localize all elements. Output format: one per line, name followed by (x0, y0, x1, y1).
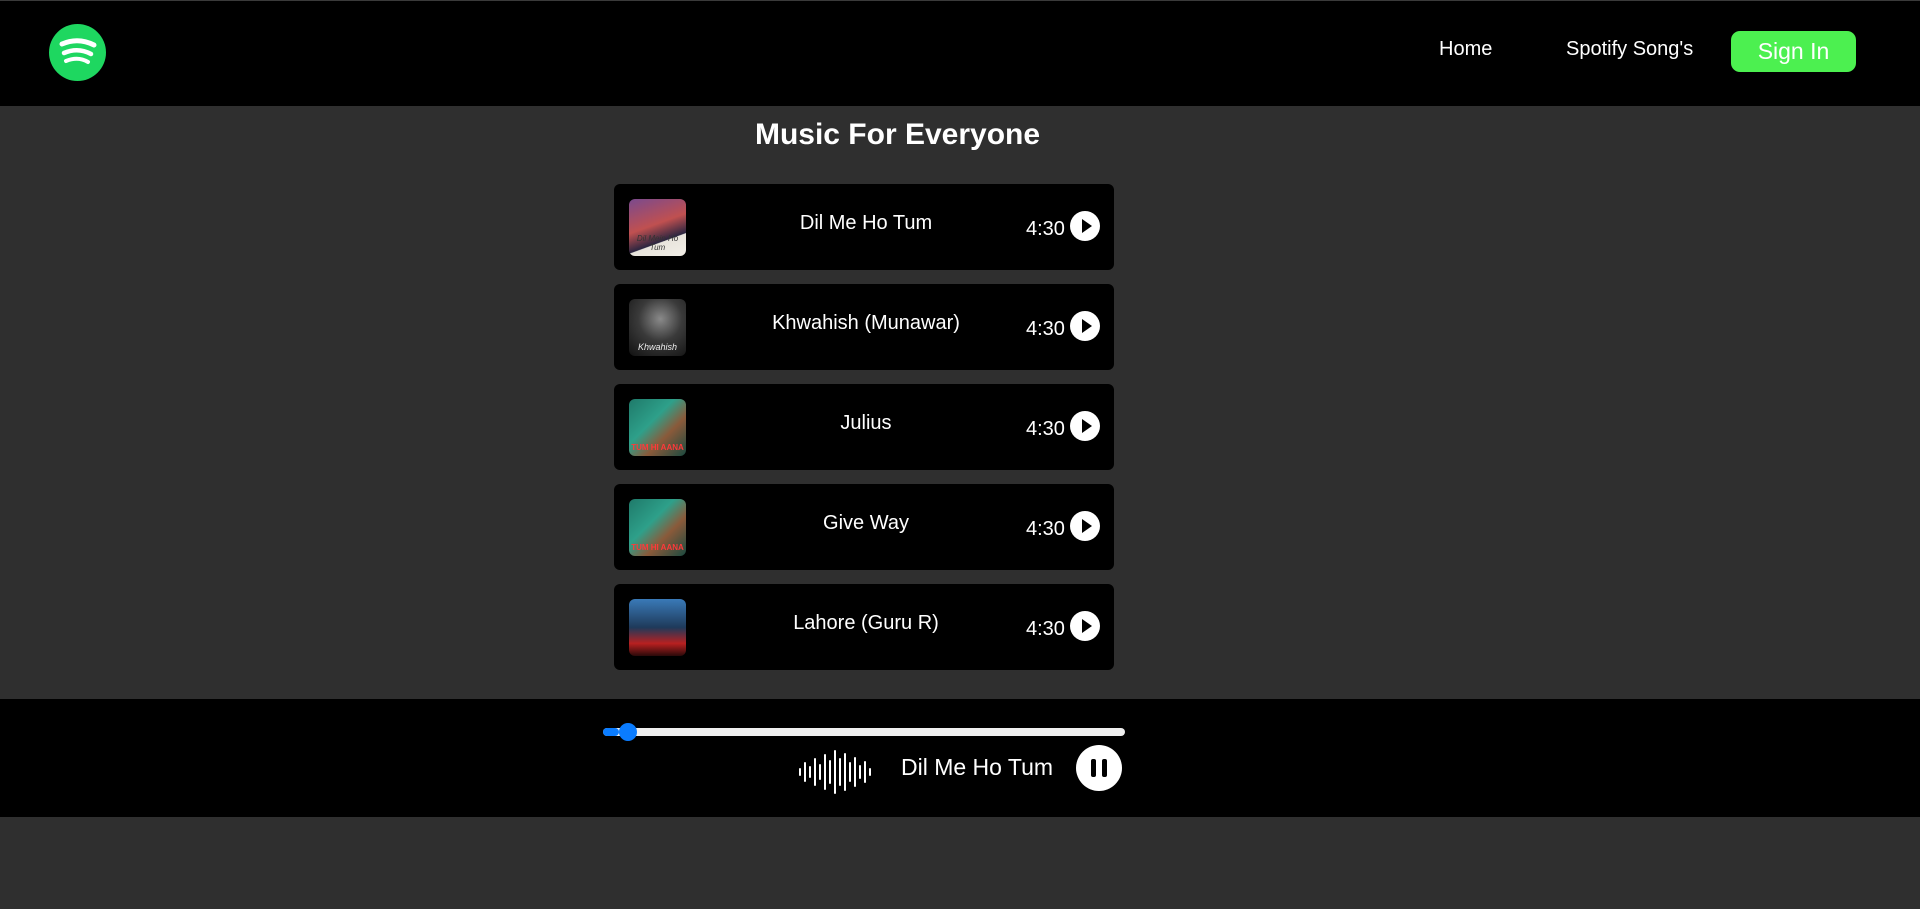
song-item[interactable]: Dil Mein Ho Tum Dil Me Ho Tum 4:30 (614, 184, 1114, 270)
album-cover: Dil Mein Ho Tum (629, 199, 686, 256)
progress-slider[interactable] (603, 723, 1125, 741)
song-item[interactable]: Lahore (Guru R) 4:30 (614, 584, 1114, 670)
song-title: Give Way (823, 512, 909, 534)
song-duration: 4:30 (1026, 218, 1065, 240)
album-cover: TUM HI AANA (629, 399, 686, 456)
song-item[interactable]: TUM HI AANA Julius 4:30 (614, 384, 1114, 470)
song-item[interactable]: TUM HI AANA Give Way 4:30 (614, 484, 1114, 570)
nav-link-home[interactable]: Home (1439, 38, 1492, 61)
song-duration: 4:30 (1026, 418, 1065, 440)
cover-caption: Dil Mein Ho Tum (636, 234, 679, 252)
nav-link-spotify-songs[interactable]: Spotify Song's (1566, 38, 1693, 61)
song-duration: 4:30 (1026, 318, 1065, 340)
navbar: Home Spotify Song's Sign In (0, 0, 1920, 106)
cover-caption: TUM HI AANA (631, 543, 684, 552)
song-title: Dil Me Ho Tum (799, 212, 933, 234)
player-bar: Dil Me Ho Tum (0, 699, 1920, 817)
spotify-logo-icon[interactable] (49, 24, 106, 81)
pause-icon[interactable] (1076, 745, 1122, 791)
play-icon[interactable] (1070, 311, 1100, 341)
sign-in-button[interactable]: Sign In (1731, 31, 1856, 72)
cover-caption: Khwahish (637, 342, 678, 352)
page-title: Music For Everyone (754, 118, 1041, 151)
album-cover: Khwahish (629, 299, 686, 356)
song-duration: 4:30 (1026, 518, 1065, 540)
play-icon[interactable] (1070, 411, 1100, 441)
song-title: Lahore (Guru R) (793, 612, 939, 634)
play-icon[interactable] (1070, 611, 1100, 641)
now-playing-title: Dil Me Ho Tum (901, 754, 1054, 780)
progress-fill (603, 728, 619, 736)
song-duration: 4:30 (1026, 618, 1065, 640)
cover-caption: TUM HI AANA (631, 443, 684, 452)
waveform-icon (799, 750, 871, 794)
song-item[interactable]: Khwahish Khwahish (Munawar) 4:30 (614, 284, 1114, 370)
song-title: Khwahish (Munawar) (772, 312, 960, 334)
progress-thumb[interactable] (618, 723, 637, 741)
album-cover: TUM HI AANA (629, 499, 686, 556)
play-icon[interactable] (1070, 511, 1100, 541)
album-cover (629, 599, 686, 656)
song-title: Julius (840, 412, 892, 434)
play-icon[interactable] (1070, 211, 1100, 241)
